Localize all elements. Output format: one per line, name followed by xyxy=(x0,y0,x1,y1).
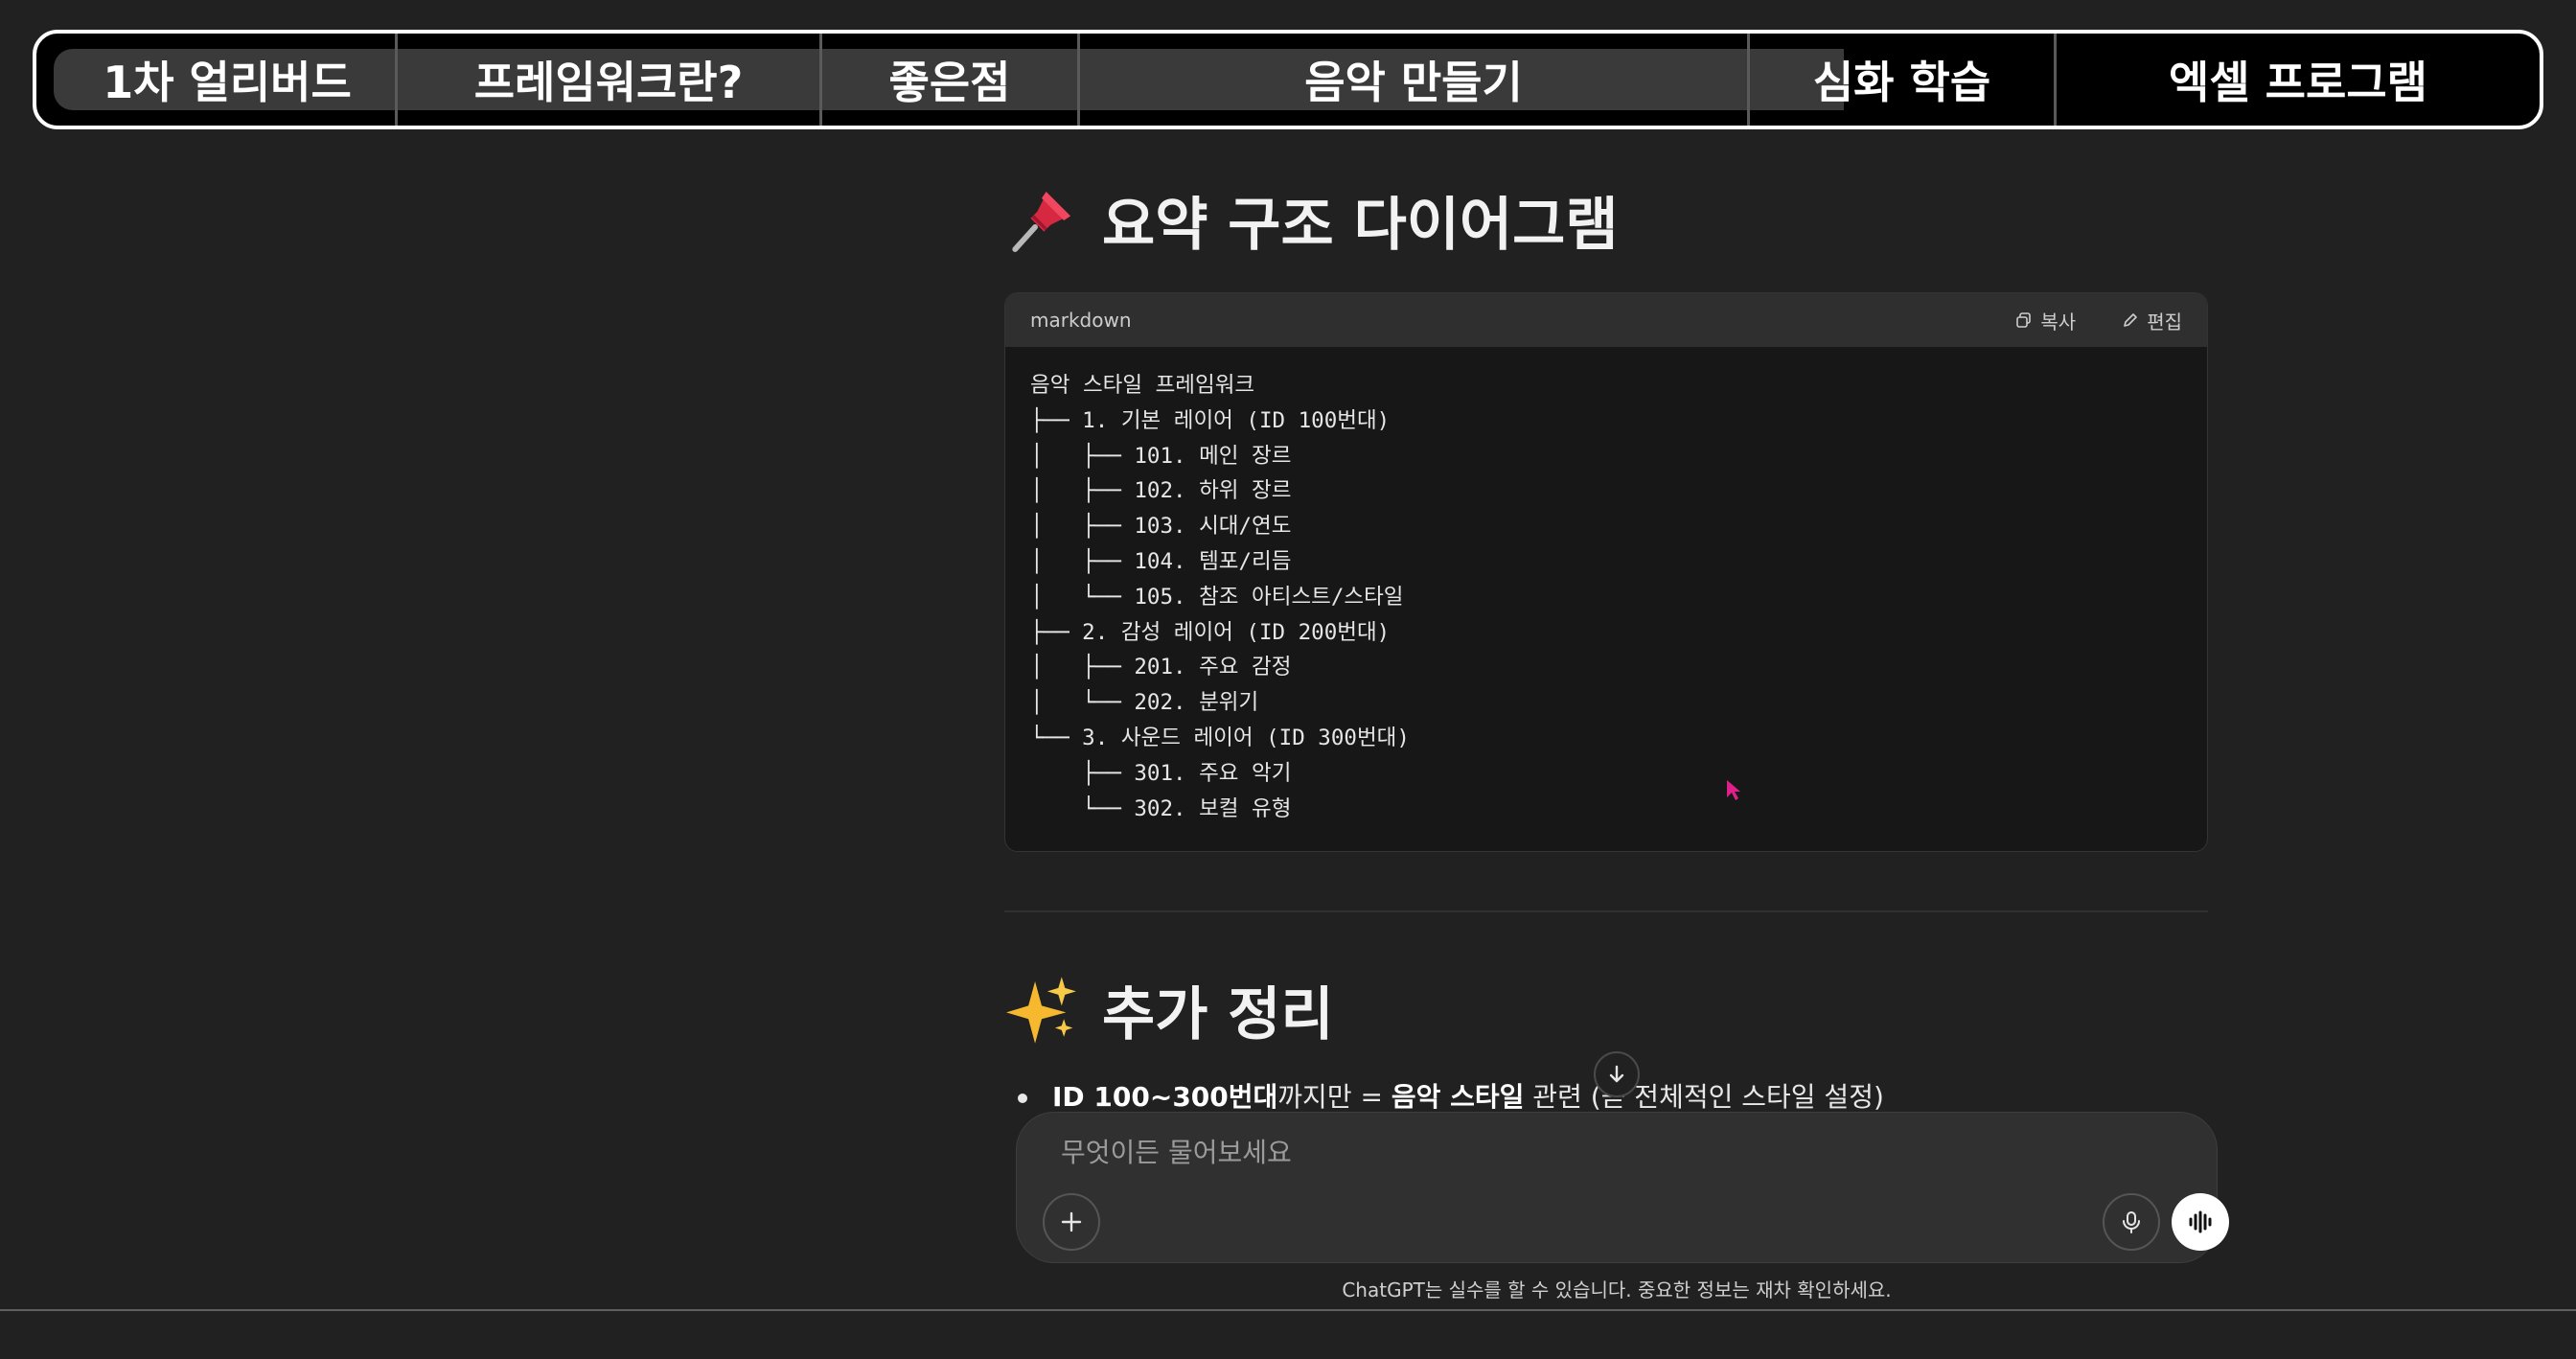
code-line: 음악 스타일 프레임워크 xyxy=(1030,373,1255,398)
microphone-icon xyxy=(2123,1211,2140,1233)
code-line: │ ├── 102. 하위 장르 xyxy=(1030,478,1292,504)
tab-make-music[interactable]: 음악 만들기 xyxy=(1080,34,1747,126)
mouse-cursor-icon xyxy=(1727,780,1740,800)
bullet-text-rest: 관련 (곧 전체적인 스타일 설정) xyxy=(1524,1081,1884,1113)
prompt-input[interactable] xyxy=(1059,1136,2113,1169)
page-title: 요약 구조 다이어그램 xyxy=(1102,192,1619,259)
scroll-down-button[interactable] xyxy=(1594,1051,1640,1097)
code-line: ├── 1. 기본 레이어 (ID 100번대) xyxy=(1030,407,1391,433)
section-divider xyxy=(1004,910,2208,912)
dictate-button[interactable] xyxy=(2103,1193,2160,1251)
add-attachment-button[interactable] xyxy=(1043,1193,1100,1251)
code-line: ├── 301. 주요 악기 xyxy=(1030,760,1292,786)
top-tab-bar: 1차 얼리버드 프레임워크란? 좋은점 음악 만들기 심화 학습 엑셀 프로그램 xyxy=(33,30,2543,129)
pushpin-icon xyxy=(1012,191,1071,252)
code-line: └── 302. 보컬 유형 xyxy=(1030,795,1292,821)
code-line: │ ├── 201. 주요 감정 xyxy=(1030,655,1292,680)
code-language-label: markdown xyxy=(1030,309,1132,332)
sparkles-icon xyxy=(1006,976,1076,1044)
copy-label: 복사 xyxy=(2040,310,2077,334)
message-composer xyxy=(1016,1112,2229,1263)
edit-button[interactable]: 편집 xyxy=(2122,307,2182,334)
code-content: 음악 스타일 프레임워크 ├── 1. 기본 레이어 (ID 100번대) │ ├─… xyxy=(1005,347,2207,826)
tab-advanced[interactable]: 심화 학습 xyxy=(1750,34,2054,126)
copy-icon xyxy=(2016,312,2032,328)
bottom-divider xyxy=(0,1309,2576,1311)
tab-excel-program[interactable]: 엑셀 프로그램 xyxy=(2057,34,2540,126)
code-line: └── 3. 사운드 레이어 (ID 300번대) xyxy=(1030,725,1410,750)
bullet-bold-music-style: 음악 스타일 xyxy=(1391,1081,1525,1113)
code-line: │ ├── 101. 메인 장르 xyxy=(1030,443,1292,469)
arrow-down-icon xyxy=(1609,1065,1624,1083)
voice-mode-button[interactable] xyxy=(2172,1193,2229,1251)
bullet-bold-id-range: ID 100~300번대 xyxy=(1052,1081,1278,1113)
section-title: 추가 정리 xyxy=(1102,981,1334,1048)
tab-early-bird[interactable]: 1차 얼리버드 xyxy=(59,34,395,126)
code-block-header: markdown 복사 편집 xyxy=(1005,293,2207,347)
copy-button[interactable]: 복사 xyxy=(2015,307,2076,334)
disclaimer-text: ChatGPT는 실수를 할 수 있습니다. 중요한 정보는 재차 확인하세요. xyxy=(1342,1278,1892,1301)
code-block: markdown 복사 편집 음악 스타일 프레임워크 ├── 1. 기본 레이어… xyxy=(1004,292,2208,852)
pencil-icon xyxy=(2124,313,2137,327)
bullet-dot xyxy=(1018,1094,1027,1103)
code-line: │ └── 105. 참조 아티스트/스타일 xyxy=(1030,584,1404,610)
code-line: │ ├── 104. 템포/리듬 xyxy=(1030,548,1292,574)
tab-benefits[interactable]: 좋은점 xyxy=(822,34,1077,126)
bullet-text: 까지만 = xyxy=(1277,1081,1392,1113)
waveform-icon xyxy=(2189,1210,2212,1233)
plus-icon xyxy=(1061,1211,1082,1232)
section-heading-additional: 추가 정리 xyxy=(1006,968,1334,1051)
code-line: │ └── 202. 분위기 xyxy=(1030,690,1259,716)
section-heading-summary: 요약 구조 다이어그램 xyxy=(1006,178,1619,262)
edit-label: 편집 xyxy=(2147,310,2182,334)
code-line: │ ├── 103. 시대/연도 xyxy=(1030,514,1292,540)
tab-framework[interactable]: 프레임워크란? xyxy=(398,34,819,126)
list-item: ID 100~300번대까지만 = 음악 스타일 관련 (곧 전체적인 스타일 … xyxy=(1018,1076,1884,1115)
code-line: ├── 2. 감성 레이어 (ID 200번대) xyxy=(1030,619,1391,645)
